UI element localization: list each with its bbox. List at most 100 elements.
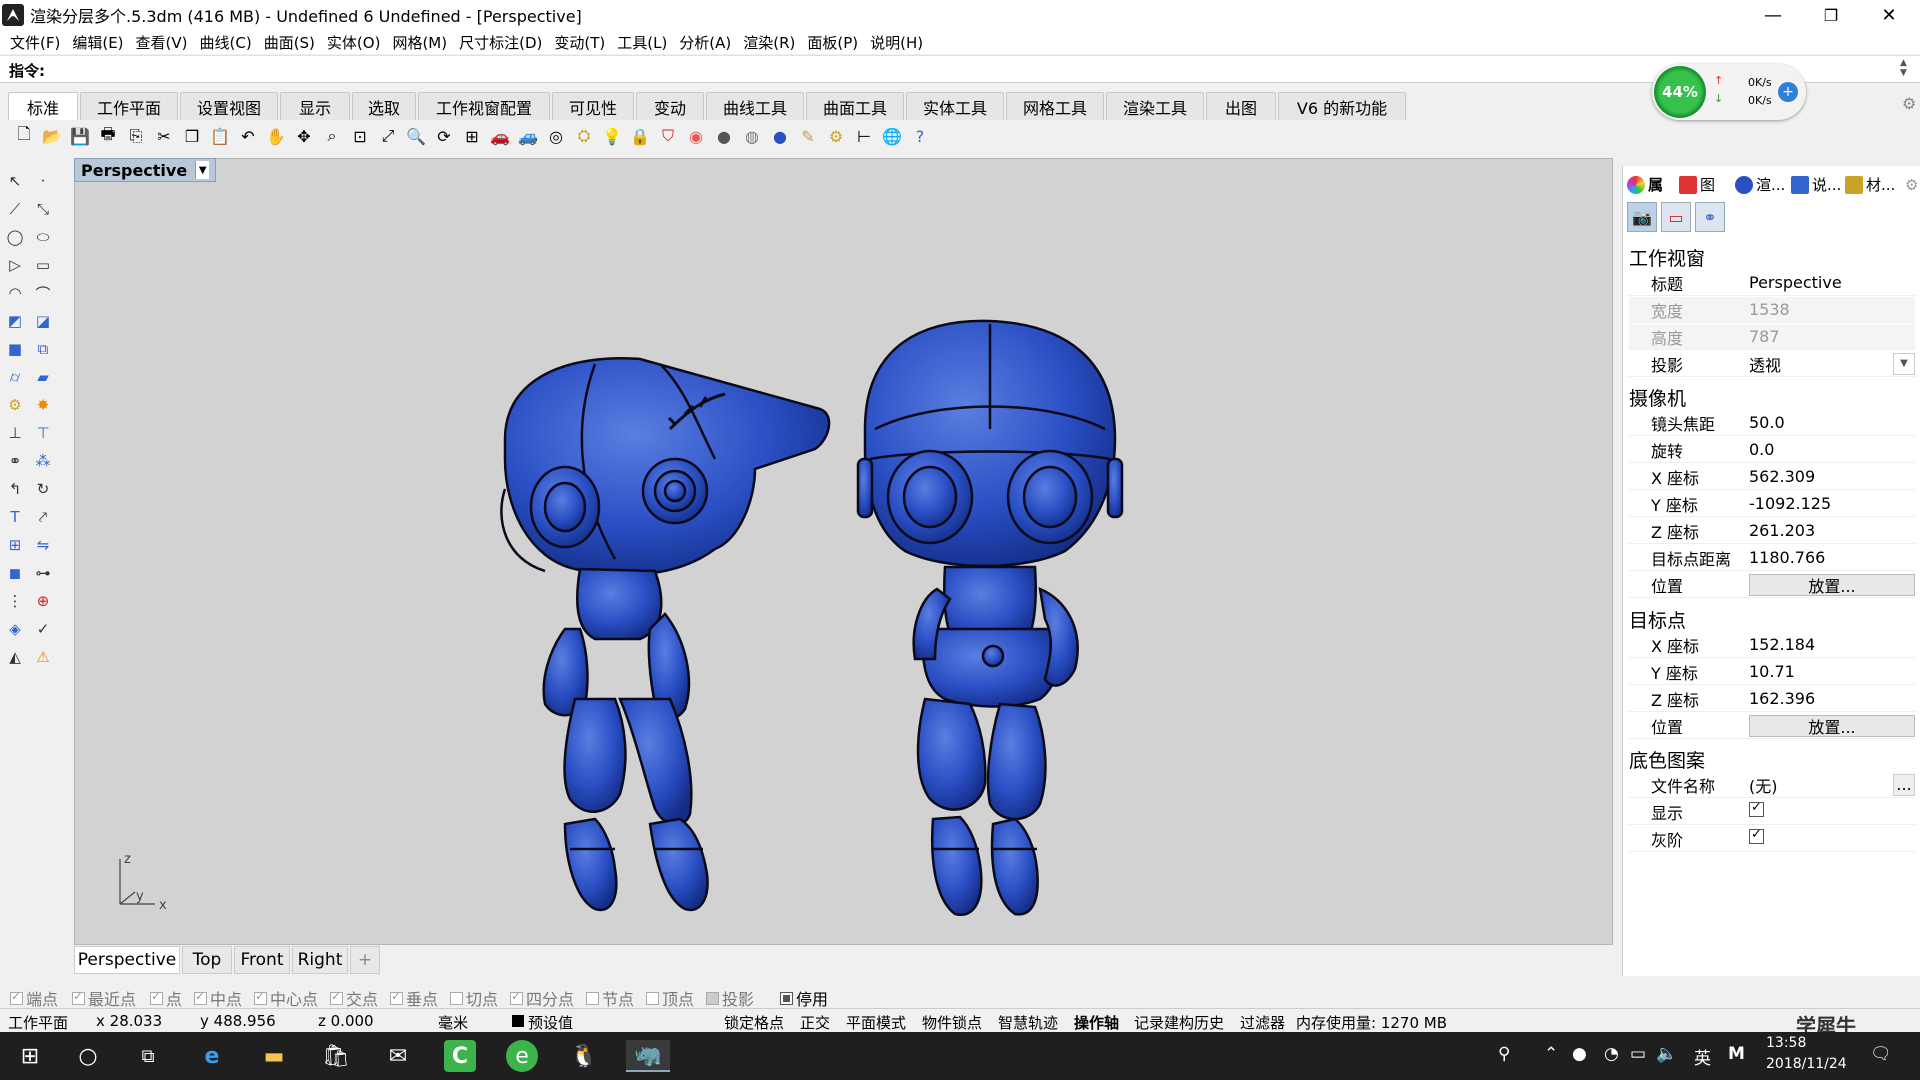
select-icon[interactable]: ◎ [544,124,568,148]
osnap-knot[interactable]: 节点 [586,986,634,1010]
prop-target-y[interactable]: Y 座标 10.71 [1629,659,1915,685]
join-icon[interactable]: ⚭ [4,450,26,472]
status-cplane[interactable]: 工作平面 [8,1012,68,1033]
copy-icon[interactable]: ❐ [180,124,204,148]
minimize-button[interactable]: — [1744,0,1802,30]
maximize-button[interactable]: ❐ [1802,0,1860,30]
tab-surface-tools[interactable]: 曲面工具 [806,92,904,120]
options-gear-icon[interactable]: ⚙ [824,124,848,148]
status-filter[interactable]: 过滤器 [1240,1012,1285,1033]
panel-tab-materials[interactable]: 材... [1845,174,1895,195]
prop-grayscale[interactable]: 灰阶 [1629,826,1915,852]
prop-target-z[interactable]: Z 座标 162.396 [1629,686,1915,712]
mail-icon[interactable]: ✉ [382,1040,414,1072]
tab-transform[interactable]: 变动 [636,92,704,120]
grayscale-checkbox[interactable] [1749,827,1764,844]
boolean-union-icon[interactable]: ⧉ [32,338,54,360]
status-smarttrack[interactable]: 智慧轨迹 [998,1012,1058,1033]
rectangle-icon[interactable]: ▭ [32,254,54,276]
clock-date[interactable]: 2018/11/24 [1766,1056,1847,1072]
sphere-material-icon[interactable]: ● [768,124,792,148]
ime-indicator[interactable]: 英 [1694,1044,1711,1069]
menu-curve[interactable]: 曲线(C) [194,32,258,53]
accelerate-icon[interactable]: + [1778,82,1798,102]
viewport-menu-chevron-icon[interactable]: ▼ [195,161,210,179]
plane-surface-icon[interactable]: ▰ [32,366,54,388]
text-icon[interactable]: T [4,506,26,528]
command-line[interactable]: 指令: ▲ ▼ [0,55,1920,83]
arc-icon[interactable]: ◠ [4,282,26,304]
panel-tab-layers[interactable]: 图 [1679,174,1715,195]
help-icon[interactable]: ? [908,124,932,148]
mesh-gear-icon[interactable]: ⚙ [4,394,26,416]
paste-icon[interactable]: 📋 [208,124,232,148]
qq-tray-icon[interactable]: ● [1572,1044,1587,1064]
polygon-icon[interactable]: ▷ [4,254,26,276]
menu-panels[interactable]: 面板(P) [801,32,864,53]
gear-icon[interactable]: ⚙ [1902,94,1916,113]
point-icon[interactable]: · [32,170,54,192]
menu-analyze[interactable]: 分析(A) [673,32,737,53]
viewport-perspective[interactable]: z y x [74,158,1613,945]
camera-icon[interactable]: 📷 [1627,202,1657,232]
array-icon[interactable]: ⊞ [4,534,26,556]
fillet-curve-icon[interactable]: ⌒ [32,282,54,304]
viewtab-right[interactable]: Right [292,946,348,974]
prop-filename[interactable]: 文件名称 (无)... [1629,772,1915,798]
analyze-icon[interactable]: ◈ [4,618,26,640]
rhino-taskbar-icon[interactable]: 🦏 [626,1040,670,1072]
box-icon[interactable]: ■ [4,338,26,360]
osnap-project[interactable]: 投影 [706,986,754,1010]
check-icon[interactable]: ✓ [32,618,54,640]
notification-icon[interactable]: 🗨 [1870,1044,1892,1064]
sphere-render-icon[interactable]: ◍ [740,124,764,148]
osnap-vertex[interactable]: 顶点 [646,986,694,1010]
viewtab-top[interactable]: Top [182,946,232,974]
tab-viewport-layout[interactable]: 工作视窗配置 [418,92,550,120]
status-grid-snap[interactable]: 锁定格点 [724,1012,784,1033]
print-icon[interactable]: 🖶 [96,124,120,148]
battery-icon[interactable]: ▭ [1630,1044,1646,1064]
menu-surface[interactable]: 曲面(S) [258,32,321,53]
osnap-int[interactable]: 交点 [330,986,378,1010]
browser-green-icon[interactable]: e [506,1040,538,1072]
tab-select[interactable]: 选取 [352,92,416,120]
viewport-frame-icon[interactable]: ▭ [1661,202,1691,232]
select-arrow-icon[interactable]: ↖ [4,170,26,192]
tab-drafting[interactable]: 出图 [1206,92,1276,120]
add-viewport-icon[interactable]: + [350,946,380,974]
menu-transform[interactable]: 变动(T) [548,32,611,53]
command-scroll-icon[interactable]: ▲ ▼ [1900,58,1907,78]
viewtab-front[interactable]: Front [234,946,290,974]
ruler-icon[interactable]: ⊶ [32,562,54,584]
curve-cv-icon[interactable]: ⤡ [32,198,54,220]
pen-icon[interactable]: ✎ [796,124,820,148]
qq-icon[interactable]: 🐧 [568,1040,600,1072]
tab-display[interactable]: 显示 [280,92,350,120]
tab-standard[interactable]: 标准 [8,92,78,120]
zoom-selected-icon[interactable]: 🔍 [404,124,428,148]
explode-icon[interactable]: ✸ [32,394,54,416]
osnap-point[interactable]: 点 [150,986,182,1010]
osnap-center[interactable]: 中心点 [254,986,318,1010]
mesh-icon[interactable]: ◭ [4,646,26,668]
open-file-icon[interactable]: 📂 [40,124,64,148]
cylinder-icon[interactable]: ⌭ [4,366,26,388]
status-planar[interactable]: 平面模式 [846,1012,906,1033]
zoom-icon[interactable]: ⌕ [320,124,344,148]
viewtab-perspective[interactable]: Perspective [74,946,180,974]
panel-tab-properties[interactable]: 属 [1627,174,1663,195]
tab-cplanes[interactable]: 工作平面 [80,92,178,120]
status-layer[interactable]: 预设值 [528,1012,573,1033]
panel-tab-render[interactable]: 渲... [1735,174,1785,195]
render-warning-icon[interactable]: ⚠ [32,646,54,668]
grid-array-icon[interactable]: ⋮ [4,590,26,612]
tab-mesh-tools[interactable]: 网格工具 [1006,92,1104,120]
ellipse-icon[interactable]: ⬭ [32,226,54,248]
viewport-title-tab[interactable]: Perspective ▼ [74,158,217,182]
store-icon[interactable]: 🛍 [320,1040,352,1072]
model-canvas[interactable]: z y x [75,159,1614,946]
group-icon[interactable]: ⁂ [32,450,54,472]
pan-hand-icon[interactable]: ✋ [264,124,288,148]
menu-view[interactable]: 查看(V) [130,32,194,53]
